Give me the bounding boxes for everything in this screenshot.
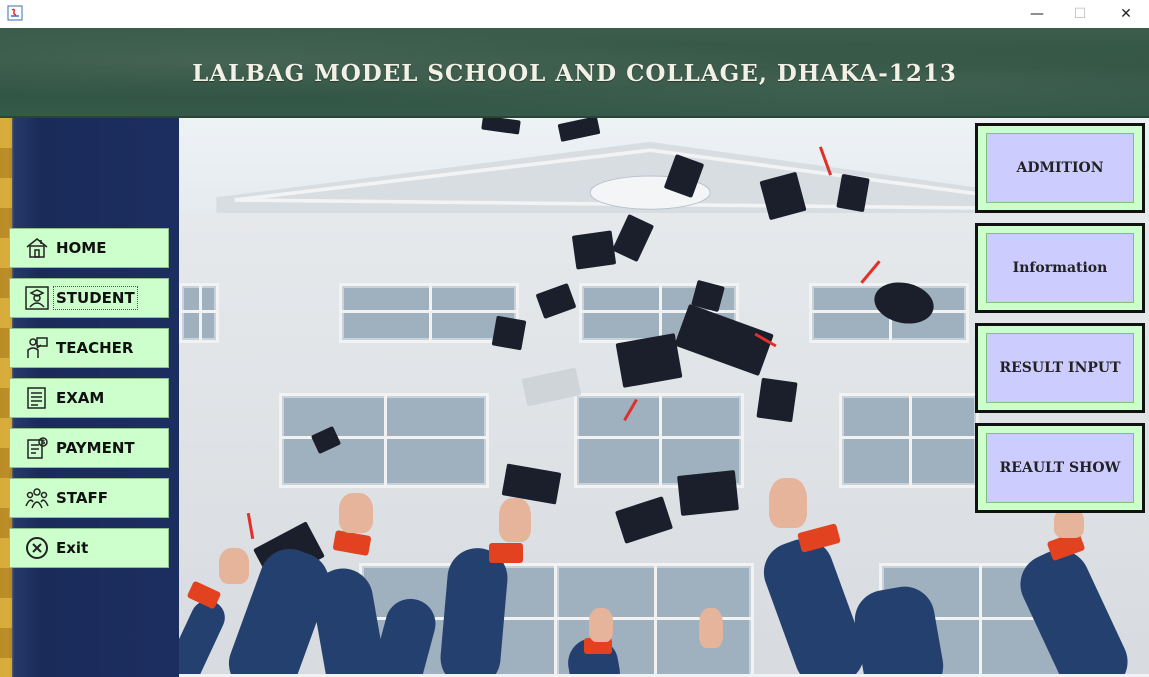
- staff-icon: [24, 485, 50, 511]
- teacher-button[interactable]: TEACHER: [9, 328, 169, 368]
- student-button[interactable]: STUDENT: [9, 278, 169, 318]
- payment-icon: $: [24, 435, 50, 461]
- home-icon: [24, 235, 50, 261]
- exit-icon: [24, 535, 50, 561]
- admition-frame: ADMITION: [975, 123, 1145, 213]
- information-frame: Information: [975, 223, 1145, 313]
- result-input-frame: RESULT INPUT: [975, 323, 1145, 413]
- teacher-icon: [24, 335, 50, 361]
- minimize-button[interactable]: —: [1014, 0, 1060, 28]
- svg-text:$: $: [41, 439, 45, 446]
- window-titlebar: — ☐ ✕: [0, 0, 1149, 28]
- close-button[interactable]: ✕: [1103, 0, 1149, 28]
- information-button[interactable]: Information: [986, 233, 1134, 303]
- maximize-button[interactable]: ☐: [1057, 0, 1103, 28]
- exit-button[interactable]: Exit: [9, 528, 169, 568]
- admition-button[interactable]: ADMITION: [986, 133, 1134, 203]
- student-icon: [24, 285, 50, 311]
- staff-button[interactable]: STAFF: [9, 478, 169, 518]
- header-banner: LALBAG MODEL SCHOOL AND COLLAGE, DHAKA-1…: [0, 28, 1149, 118]
- exam-label: EXAM: [56, 389, 105, 407]
- java-app-icon: [7, 5, 23, 21]
- staff-label: STAFF: [56, 489, 108, 507]
- home-button[interactable]: HOME: [9, 228, 169, 268]
- result-input-button[interactable]: RESULT INPUT: [986, 333, 1134, 403]
- exam-icon: [24, 385, 50, 411]
- student-label: STUDENT: [53, 286, 138, 310]
- teacher-label: TEACHER: [56, 339, 134, 357]
- exit-label: Exit: [56, 539, 89, 557]
- result-show-frame: REAULT SHOW: [975, 423, 1145, 513]
- payment-button[interactable]: $ PAYMENT: [9, 428, 169, 468]
- payment-label: PAYMENT: [56, 439, 135, 457]
- home-label: HOME: [56, 239, 107, 257]
- school-title: LALBAG MODEL SCHOOL AND COLLAGE, DHAKA-1…: [192, 59, 957, 87]
- exam-button[interactable]: EXAM: [9, 378, 169, 418]
- result-show-button[interactable]: REAULT SHOW: [986, 433, 1134, 503]
